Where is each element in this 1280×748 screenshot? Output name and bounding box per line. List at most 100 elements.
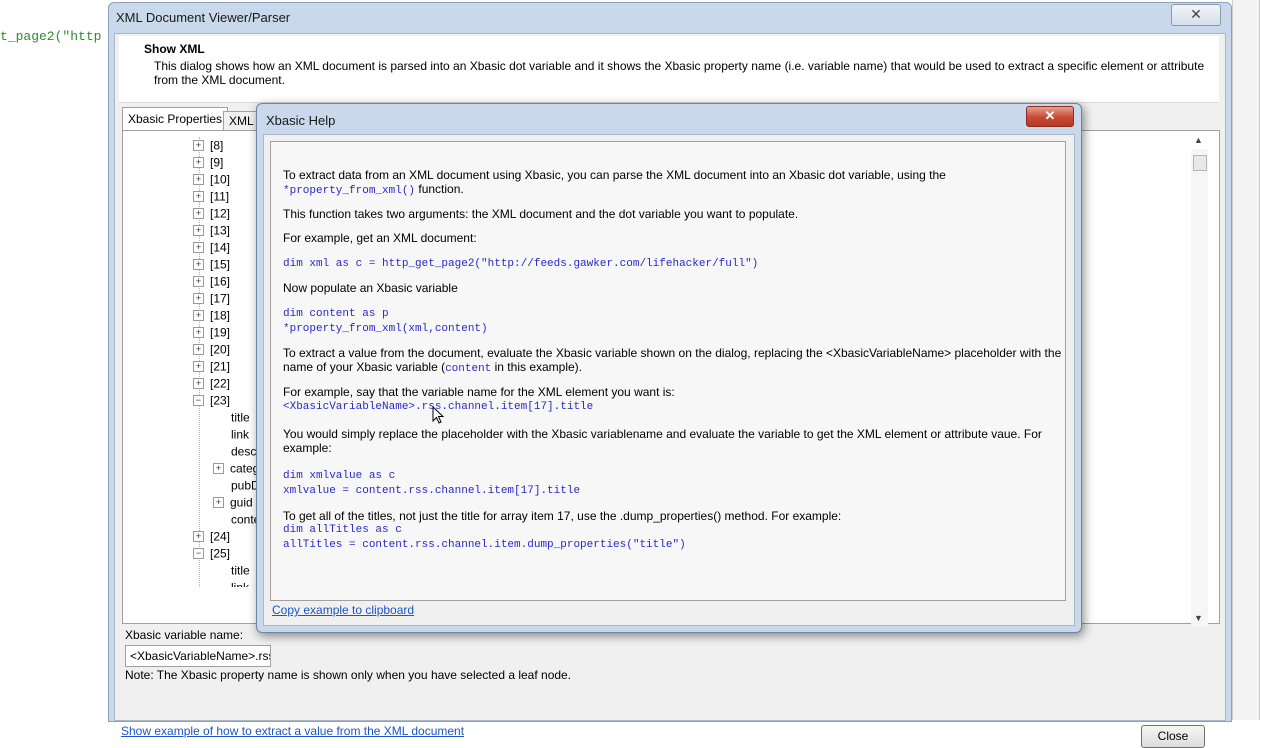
tree-node-label: [18]: [210, 308, 231, 323]
tree-node-label: [16]: [210, 274, 231, 289]
help-paragraph: To extract a value from the document, ev…: [283, 346, 1062, 360]
background-right-pane: [1232, 0, 1280, 720]
help-client-area: To extract data from an XML document usi…: [263, 134, 1075, 626]
tree-node[interactable]: + [9]: [193, 154, 223, 171]
help-paragraph: name of your Xbasic variable (content in…: [283, 360, 1043, 376]
tree-node[interactable]: + [13]: [193, 222, 230, 239]
close-button[interactable]: Close: [1141, 725, 1205, 748]
expand-icon[interactable]: +: [193, 140, 204, 152]
expand-icon[interactable]: +: [193, 242, 204, 254]
code-line: dim xml as c = http_get_page2("http://fe…: [283, 258, 759, 270]
mouse-cursor-icon: [432, 406, 444, 424]
collapse-icon[interactable]: −: [193, 548, 204, 560]
help-paragraph: To extract data from an XML document usi…: [283, 168, 946, 182]
header-title: Show XML: [144, 42, 205, 56]
tree-node[interactable]: + [18]: [193, 307, 230, 324]
tree-node[interactable]: − [25]: [193, 545, 230, 562]
tree-node-label: [22]: [210, 376, 231, 391]
tree-node-label: [10]: [210, 172, 231, 187]
tree-node[interactable]: + [16]: [193, 273, 230, 290]
expand-icon[interactable]: +: [193, 157, 204, 169]
tree-node[interactable]: + [17]: [193, 290, 230, 307]
help-content-box: To extract data from an XML document usi…: [270, 141, 1066, 601]
show-example-link[interactable]: Show example of how to extract a value f…: [121, 724, 464, 738]
help-close-button[interactable]: ✕: [1026, 106, 1074, 127]
tree-node-label: [13]: [210, 223, 231, 238]
tree-node[interactable]: + [22]: [193, 375, 230, 392]
expand-icon[interactable]: +: [193, 310, 204, 322]
expand-icon[interactable]: +: [213, 463, 224, 475]
window-close-button[interactable]: ✕: [1171, 4, 1221, 26]
help-dialog-title: Xbasic Help: [266, 113, 336, 128]
tree-node[interactable]: + [20]: [193, 341, 230, 358]
expand-icon[interactable]: +: [213, 497, 224, 509]
scroll-up-arrow-icon[interactable]: ▲: [1194, 135, 1203, 145]
scroll-thumb[interactable]: [1193, 155, 1207, 171]
scroll-down-arrow-icon[interactable]: ▼: [1194, 613, 1203, 623]
expand-icon[interactable]: +: [193, 259, 204, 271]
expand-icon[interactable]: +: [193, 344, 204, 356]
header-description: This dialog shows how an XML document is…: [154, 59, 1205, 87]
tree-node[interactable]: + [10]: [193, 171, 230, 188]
expand-icon[interactable]: +: [193, 191, 204, 203]
window-title: XML Document Viewer/Parser: [116, 10, 291, 25]
tree-node[interactable]: link: [231, 579, 249, 587]
tree-node[interactable]: + [15]: [193, 256, 230, 273]
tab-xml[interactable]: XML: [223, 111, 260, 131]
tree-node[interactable]: + [21]: [193, 358, 230, 375]
inline-code: content: [445, 363, 492, 375]
leaf-node-note: Note: The Xbasic property name is shown …: [125, 668, 572, 682]
help-text: name of your Xbasic variable (: [283, 360, 446, 374]
expand-icon[interactable]: +: [193, 531, 204, 543]
tree-node[interactable]: + [12]: [193, 205, 230, 222]
expand-icon[interactable]: +: [193, 276, 204, 288]
tree-node[interactable]: title: [231, 562, 250, 579]
tree-node-label: [23]: [210, 393, 231, 408]
tree-node-label: guid: [230, 495, 253, 510]
tree-node-label: [15]: [210, 257, 231, 272]
expand-icon[interactable]: +: [193, 225, 204, 237]
collapse-icon[interactable]: −: [193, 395, 204, 407]
expand-icon[interactable]: +: [193, 361, 204, 373]
tree-node-label: [8]: [210, 138, 224, 153]
tree-node[interactable]: + [8]: [193, 137, 223, 154]
help-paragraph: For example, say that the variable name …: [283, 385, 675, 399]
expand-icon[interactable]: +: [193, 378, 204, 390]
background-editor: t_page2("http: [0, 0, 108, 720]
tree-node-label: categ: [230, 461, 260, 476]
tree-node-label: title: [231, 563, 250, 578]
inline-code: *property_from_xml(): [283, 185, 416, 197]
tree-node-label: [25]: [210, 546, 231, 561]
tree-node-label: [12]: [210, 206, 231, 221]
tree-scrollbar[interactable]: ▲ ▼: [1191, 135, 1208, 627]
tree-node-label: [19]: [210, 325, 231, 340]
tree-node-label: [11]: [210, 189, 230, 204]
expand-icon[interactable]: +: [193, 174, 204, 186]
code-line: dim allTitles as c: [283, 524, 402, 536]
tree-node[interactable]: + [14]: [193, 239, 230, 256]
expand-icon[interactable]: +: [193, 327, 204, 339]
tree-node-label: [21]: [210, 359, 231, 374]
tree-node[interactable]: + [19]: [193, 324, 230, 341]
tree-node[interactable]: link: [231, 426, 249, 443]
expand-icon[interactable]: +: [193, 293, 204, 305]
tree-node-label: title: [231, 410, 250, 425]
tree-node[interactable]: + categ: [213, 460, 259, 477]
tab-xbasic-properties[interactable]: Xbasic Properties: [122, 107, 229, 131]
property-tree[interactable]: + [8] + [9] + [10] + [11] + [12] + [13] + [14] + [15] + […: [125, 137, 265, 587]
tree-node-label: [17]: [210, 291, 231, 306]
variable-name-field[interactable]: <XbasicVariableName>.rss: [125, 645, 271, 667]
tree-node[interactable]: + guid: [213, 494, 253, 511]
expand-icon[interactable]: +: [193, 208, 204, 220]
help-paragraph: To get all of the titles, not just the t…: [283, 509, 842, 523]
tree-node[interactable]: + [24]: [193, 528, 230, 545]
tree-node[interactable]: title: [231, 409, 250, 426]
code-line: xmlvalue = content.rss.channel.item[17].…: [283, 485, 581, 497]
tree-node[interactable]: + [11]: [193, 188, 229, 205]
help-paragraph: Now populate an Xbasic variable: [283, 281, 458, 295]
copy-to-clipboard-link[interactable]: Copy example to clipboard: [272, 603, 414, 617]
background-code-line: t_page2("http: [0, 29, 102, 44]
tree-node[interactable]: − [23]: [193, 392, 230, 409]
xbasic-help-dialog: Xbasic Help ✕ To extract data from an XM…: [256, 103, 1082, 633]
code-line: <XbasicVariableName>.rss.channel.item[17…: [283, 401, 594, 413]
